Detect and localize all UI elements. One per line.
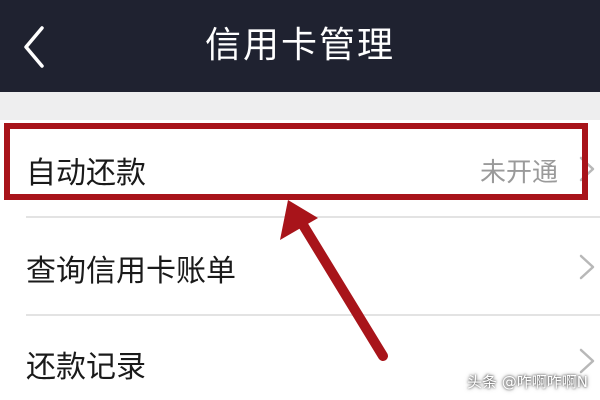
page-title: 信用卡管理: [204, 25, 395, 66]
nav-bar: 信用卡管理: [0, 0, 600, 92]
list-item-label: 自动还款: [26, 156, 146, 191]
menu-list: 自动还款 未开通 查询信用卡账单 还款记录: [0, 120, 600, 400]
list-item-label: 还款记录: [26, 350, 146, 385]
watermark: 头条 @咋啊咋啊N: [467, 373, 588, 391]
list-item-auto-repay[interactable]: 自动还款 未开通: [0, 120, 600, 216]
list-item-label: 查询信用卡账单: [26, 254, 236, 289]
chevron-right-icon: [579, 254, 595, 280]
list-item-query-bill[interactable]: 查询信用卡账单: [0, 218, 600, 314]
section-gap: [0, 92, 600, 120]
chevron-right-icon: [579, 156, 595, 182]
status-text: 未开通: [479, 158, 558, 188]
